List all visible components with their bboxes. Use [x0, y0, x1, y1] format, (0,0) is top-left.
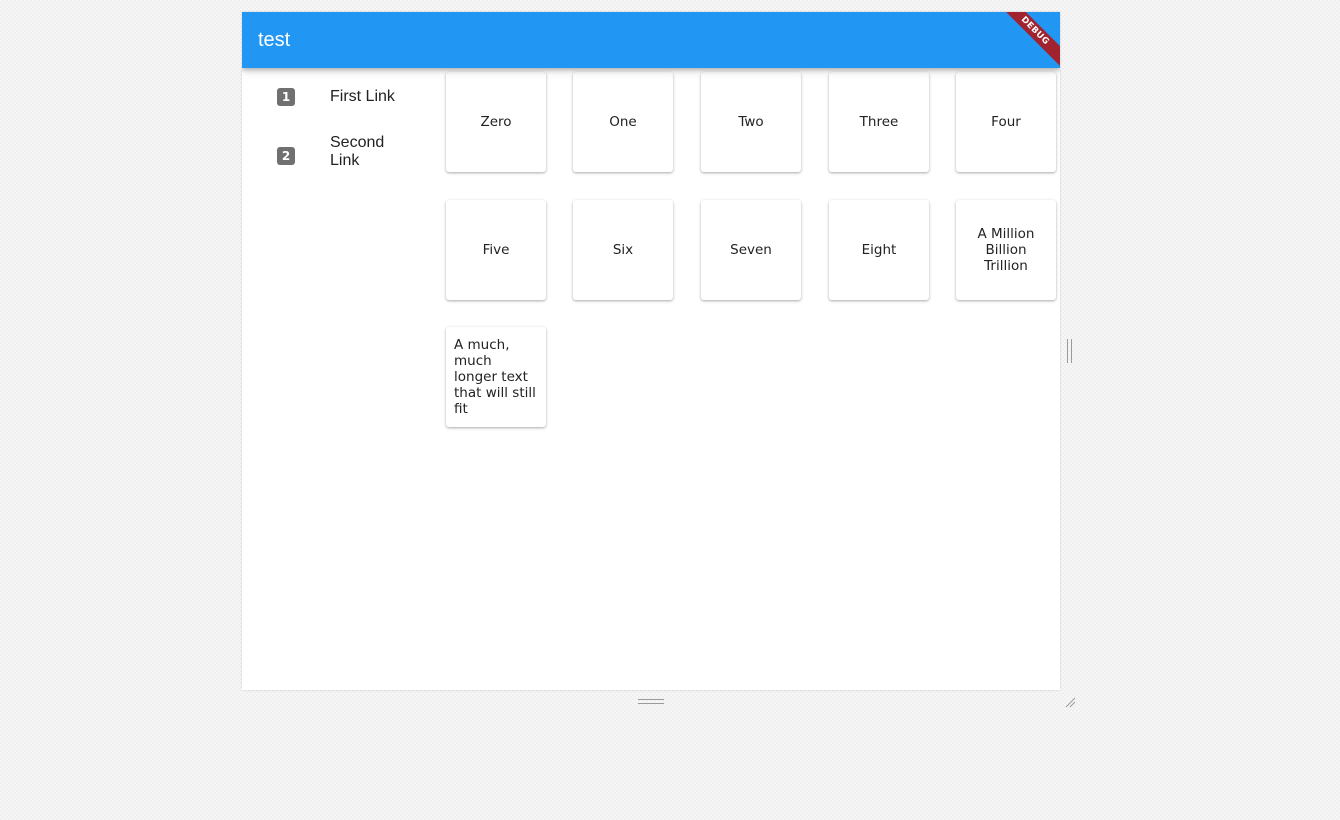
- card-label: A Million Billion Trillion: [977, 226, 1035, 274]
- card-long-text[interactable]: A much, much longer text that will still…: [446, 327, 546, 427]
- resize-corner-icon[interactable]: [1063, 695, 1077, 709]
- device-frame: test DEBUG 1 First Link 2 Second Link Ze…: [242, 12, 1060, 690]
- card-label: Three: [859, 114, 899, 130]
- card-three[interactable]: Three: [829, 72, 929, 172]
- card-label: Four: [991, 114, 1021, 130]
- looks-one-icon: 1: [277, 88, 295, 106]
- card-label: One: [609, 114, 637, 130]
- card-label: Five: [482, 242, 510, 258]
- navigation-rail: 1 First Link 2 Second Link: [242, 68, 418, 690]
- card-seven[interactable]: Seven: [701, 200, 801, 300]
- card-two[interactable]: Two: [701, 72, 801, 172]
- card-label: A much, much longer text that will still…: [454, 337, 536, 417]
- card-label: Two: [738, 114, 764, 130]
- looks-two-icon: 2: [277, 147, 295, 165]
- card-zero[interactable]: Zero: [446, 72, 546, 172]
- card-five[interactable]: Five: [446, 200, 546, 300]
- card-a-million-billion-trillion[interactable]: A Million Billion Trillion: [956, 200, 1056, 300]
- card-label: Six: [612, 242, 634, 258]
- card-grid: Zero One Two Three Four Five Six Seven E…: [446, 72, 1060, 690]
- nav-item-label: Second Link: [330, 134, 385, 169]
- nav-item-label: First Link: [330, 88, 395, 105]
- resize-handle-bottom[interactable]: [638, 699, 664, 704]
- nav-item-second-link[interactable]: 2 Second Link: [242, 130, 418, 180]
- nav-item-first-link[interactable]: 1 First Link: [242, 76, 418, 116]
- app-title: test: [258, 29, 291, 51]
- card-label: Eight: [861, 242, 897, 258]
- card-four[interactable]: Four: [956, 72, 1056, 172]
- card-six[interactable]: Six: [573, 200, 673, 300]
- card-label: Seven: [730, 242, 772, 258]
- card-eight[interactable]: Eight: [829, 200, 929, 300]
- resize-handle-right[interactable]: [1067, 339, 1072, 363]
- app-bar: test: [242, 12, 1060, 68]
- card-label: Zero: [480, 114, 512, 130]
- card-one[interactable]: One: [573, 72, 673, 172]
